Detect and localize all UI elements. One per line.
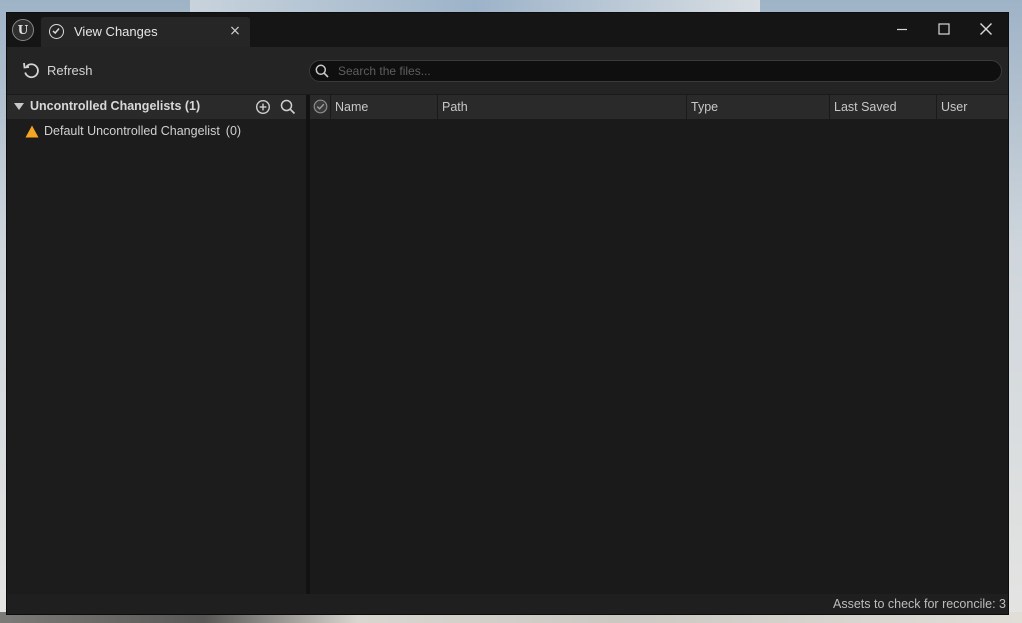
unreal-logo-icon: U [12, 19, 34, 41]
search-icon [315, 64, 329, 82]
search-changelists-button[interactable] [280, 99, 296, 119]
search-icon [280, 99, 296, 115]
tab-close-button[interactable]: × [227, 23, 243, 39]
minimize-button[interactable] [884, 17, 920, 41]
changelist-label: Default Uncontrolled Changelist [44, 124, 220, 138]
column-header-name[interactable]: Name [330, 95, 437, 119]
view-changes-window: U View Changes × Refresh Search the file… [6, 12, 1009, 615]
select-all-checkbox[interactable] [310, 95, 330, 119]
logo-text: U [17, 23, 29, 37]
close-icon [980, 23, 992, 35]
reconcile-status-text: Assets to check for reconcile: 3 [833, 597, 1006, 611]
add-changelist-button[interactable] [255, 99, 271, 119]
add-circle-icon [255, 99, 271, 115]
column-header-path[interactable]: Path [437, 95, 686, 119]
column-header-last-saved[interactable]: Last Saved [829, 95, 936, 119]
refresh-button[interactable]: Refresh [21, 57, 93, 83]
toolbar: Refresh [7, 47, 1008, 94]
changelists-header[interactable]: Uncontrolled Changelists (1) [7, 95, 306, 119]
warning-triangle-icon [25, 125, 39, 137]
changelists-panel: Uncontrolled Changelists (1) Default Unc… [7, 95, 306, 594]
title-bar[interactable]: U View Changes × [7, 13, 1008, 47]
column-header-user[interactable]: User [936, 95, 1008, 119]
minimize-icon [897, 28, 907, 31]
file-search-box[interactable] [309, 60, 1002, 82]
maximize-icon [938, 23, 950, 35]
column-header-type[interactable]: Type [686, 95, 829, 119]
tab-view-changes[interactable]: View Changes × [41, 17, 250, 47]
check-circle-icon [49, 24, 64, 39]
status-bar: Assets to check for reconcile: 3 [7, 594, 1008, 614]
check-circle-icon [313, 99, 328, 114]
file-list-header: Name Path Type Last Saved User [310, 95, 1008, 119]
changelist-count: (0) [225, 124, 242, 138]
collapse-arrow-icon[interactable] [14, 103, 24, 110]
refresh-label: Refresh [47, 62, 93, 78]
changelist-item[interactable]: Default Uncontrolled Changelist (0) [25, 121, 241, 141]
changelists-header-label: Uncontrolled Changelists (1) [30, 99, 201, 113]
search-input[interactable] [334, 61, 1002, 81]
refresh-icon [23, 62, 39, 79]
file-list-body[interactable] [310, 119, 1008, 594]
close-window-button[interactable] [968, 17, 1004, 41]
file-list-panel: Name Path Type Last Saved User [310, 95, 1008, 594]
maximize-button[interactable] [926, 17, 962, 41]
tab-title: View Changes [74, 24, 158, 39]
